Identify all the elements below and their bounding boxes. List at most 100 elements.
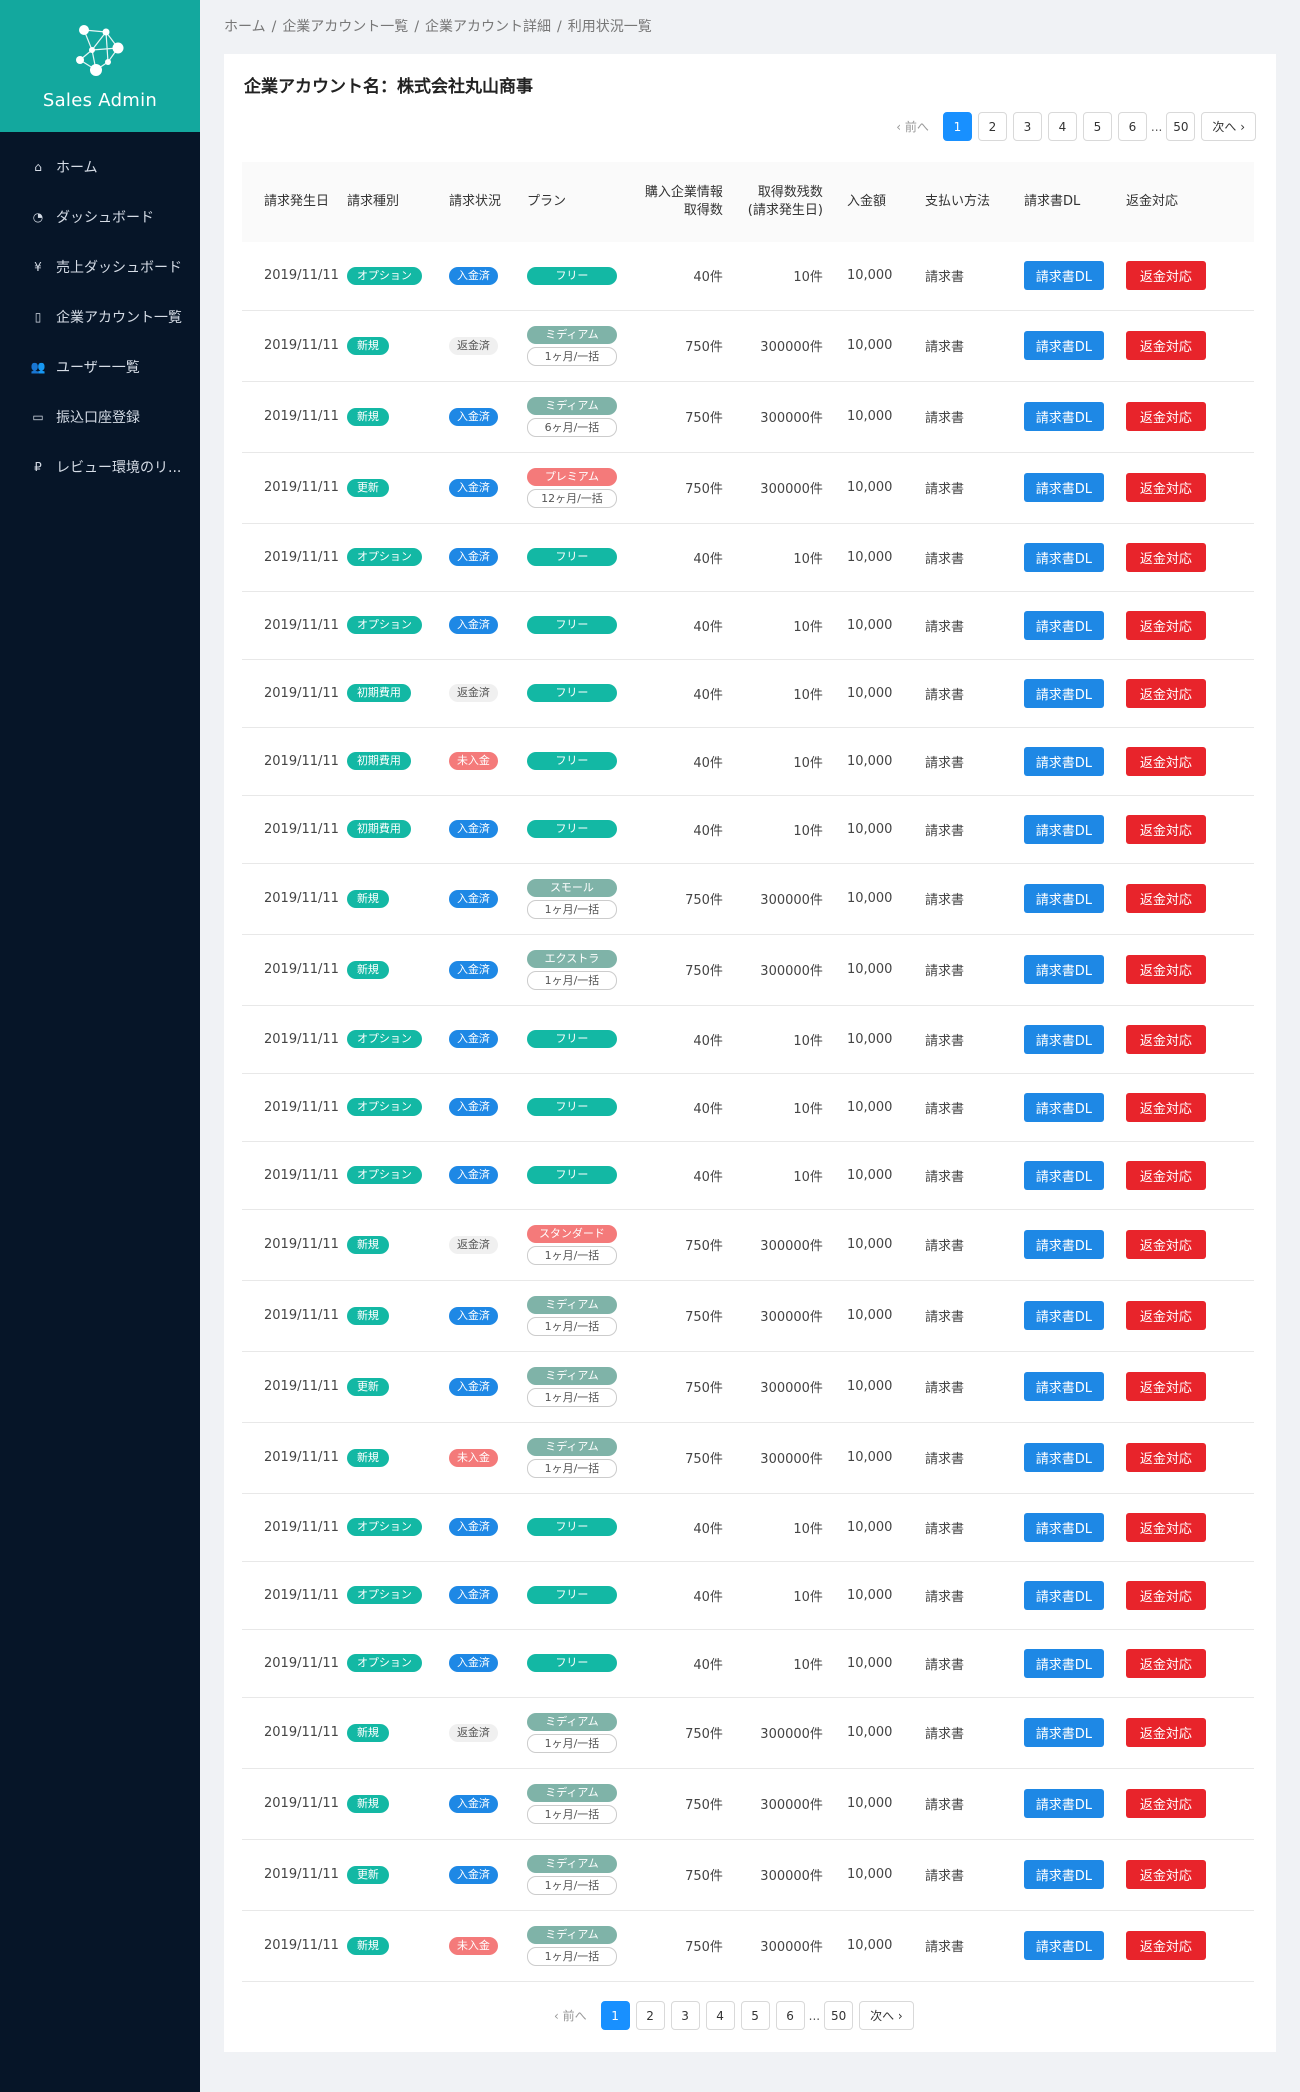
refund-button[interactable]: 返金対応 [1125,610,1206,640]
invoice-download-button[interactable]: 請求書DL [1023,1931,1104,1960]
breadcrumb-company-list[interactable]: 企業アカウント一覧 [282,19,408,35]
invoice-download-button[interactable]: 請求書DL [1023,1648,1104,1678]
invoice-download-button[interactable]: 請求書DL [1023,814,1104,844]
refund-button[interactable]: 返金対応 [1125,1718,1206,1747]
invoice-download-button[interactable]: 請求書DL [1023,1230,1104,1259]
refund-button[interactable]: 返金対応 [1125,1931,1206,1960]
credit-card-icon: ▭ [32,410,44,424]
refund-button[interactable]: 返金対応 [1125,402,1206,431]
brand-header[interactable]: Sales Admin [0,0,200,132]
refund-button[interactable]: 返金対応 [1125,1860,1206,1889]
cell-remaining: 300000件 [760,1798,823,1813]
refund-button[interactable]: 返金対応 [1125,473,1206,502]
refund-button[interactable]: 返金対応 [1125,261,1206,291]
sidebar-item-4[interactable]: 👥 ユーザー一覧 [0,342,200,392]
page-button[interactable]: 4 [705,2001,735,2030]
invoice-download-button[interactable]: 請求書DL [1023,473,1104,502]
page-button[interactable]: 2 [635,2001,665,2030]
invoice-download-button[interactable]: 請求書DL [1023,261,1104,291]
invoice-download-button[interactable]: 請求書DL [1023,1860,1104,1889]
refund-button[interactable]: 返金対応 [1125,955,1206,984]
page-button[interactable]: 3 [670,2001,700,2030]
sidebar-item-3[interactable]: ▯ 企業アカウント一覧 [0,292,200,342]
next-page-button[interactable]: 次へ › [859,2001,914,2030]
invoice-download-button[interactable]: 請求書DL [1023,1092,1104,1122]
invoice-download-button[interactable]: 請求書DL [1023,542,1104,572]
invoice-download-button[interactable]: 請求書DL [1023,1580,1104,1610]
page-button[interactable]: 6 [775,2001,805,2030]
table-row: 2019/11/11 更新 入金済 ミディアム 1ヶ月/一括 750件 30000… [242,1839,1254,1910]
invoice-download-button[interactable]: 請求書DL [1023,746,1104,776]
invoice-download-button[interactable]: 請求書DL [1023,1789,1104,1818]
page-button[interactable]: 6 [1117,112,1147,141]
sidebar-item-2[interactable]: ¥ 売上ダッシュボード [0,242,200,292]
invoice-download-button[interactable]: 請求書DL [1023,884,1104,913]
prev-page-button[interactable]: ‹ 前へ [896,118,929,135]
refund-button[interactable]: 返金対応 [1125,1512,1206,1542]
cell-status: 入金済 [445,1839,523,1910]
page-button[interactable]: 4 [1047,112,1077,141]
invoice-download-button[interactable]: 請求書DL [1023,1443,1104,1472]
invoice-download-button[interactable]: 請求書DL [1023,1160,1104,1190]
cell-type: 新規 [343,1209,445,1280]
refund-button[interactable]: 返金対応 [1125,1301,1206,1330]
cell-amount: 10,000 [846,1450,893,1465]
refund-button[interactable]: 返金対応 [1125,1580,1206,1610]
refund-button[interactable]: 返金対応 [1125,1789,1206,1818]
refund-button[interactable]: 返金対応 [1125,1648,1206,1678]
col-purchased-line1: 購入企業情報 [644,184,723,200]
cell-plan: フリー [523,727,627,795]
invoice-download-button[interactable]: 請求書DL [1023,331,1104,360]
refund-button[interactable]: 返金対応 [1125,331,1206,360]
cell-remaining: 300000件 [760,482,823,497]
sidebar-item-0[interactable]: ⌂ ホーム [0,142,200,192]
cell-type: オプション [343,1141,445,1209]
sidebar-item-1[interactable]: ◔ ダッシュボード [0,192,200,242]
refund-button[interactable]: 返金対応 [1125,678,1206,708]
table-row: 2019/11/11 更新 入金済 ミディアム 1ヶ月/一括 750件 30000… [242,1351,1254,1422]
page-button[interactable]: 5 [1082,112,1112,141]
refund-button[interactable]: 返金対応 [1125,1443,1206,1472]
invoice-download-button[interactable]: 請求書DL [1023,610,1104,640]
invoice-download-button[interactable]: 請求書DL [1023,955,1104,984]
cell-type: 新規 [343,381,445,452]
invoice-download-button[interactable]: 請求書DL [1023,1718,1104,1747]
refund-button[interactable]: 返金対応 [1125,884,1206,913]
refund-button[interactable]: 返金対応 [1125,1230,1206,1259]
next-page-button[interactable]: 次へ › [1201,112,1256,141]
refund-button[interactable]: 返金対応 [1125,1160,1206,1190]
page-button[interactable]: 5 [740,2001,770,2030]
plan-badge: フリー [526,266,617,285]
page-button[interactable]: 1 [942,112,972,141]
page-button-last[interactable]: 50 [1166,112,1196,141]
prev-page-button[interactable]: ‹ 前へ [554,2007,587,2024]
cell-status: 返金済 [445,659,523,727]
invoice-download-button[interactable]: 請求書DL [1023,1024,1104,1054]
table-row: 2019/11/11 オプション 入金済 フリー 40件 10件 10,000 … [242,523,1254,591]
invoice-download-button[interactable]: 請求書DL [1023,1512,1104,1542]
cell-amount: 10,000 [846,268,893,284]
cell-purchased: 40件 [693,755,723,771]
refund-button[interactable]: 返金対応 [1125,1372,1206,1401]
breadcrumb-company-detail[interactable]: 企業アカウント詳細 [425,19,551,35]
invoice-download-button[interactable]: 請求書DL [1023,1372,1104,1401]
page-button-last[interactable]: 50 [824,2001,854,2030]
cell-type: 更新 [343,1839,445,1910]
breadcrumb-home[interactable]: ホーム [224,19,266,35]
refund-button[interactable]: 返金対応 [1125,746,1206,776]
page-button[interactable]: 3 [1012,112,1042,141]
refund-button[interactable]: 返金対応 [1125,1092,1206,1122]
page-button[interactable]: 2 [977,112,1007,141]
refund-button[interactable]: 返金対応 [1125,1024,1206,1054]
refund-button[interactable]: 返金対応 [1125,814,1206,844]
sidebar-item-6[interactable]: ₽ レビュー環境のリ... [0,442,200,492]
type-badge: 新規 [346,1794,389,1813]
invoice-download-button[interactable]: 請求書DL [1023,1301,1104,1330]
table-row: 2019/11/11 初期費用 未入金 フリー 40件 10件 10,000 請… [242,727,1254,795]
page-button[interactable]: 1 [600,2001,630,2030]
type-badge: オプション [346,1030,422,1048]
refund-button[interactable]: 返金対応 [1125,542,1206,572]
sidebar-item-5[interactable]: ▭ 振込口座登録 [0,392,200,442]
invoice-download-button[interactable]: 請求書DL [1023,678,1104,708]
invoice-download-button[interactable]: 請求書DL [1023,402,1104,431]
